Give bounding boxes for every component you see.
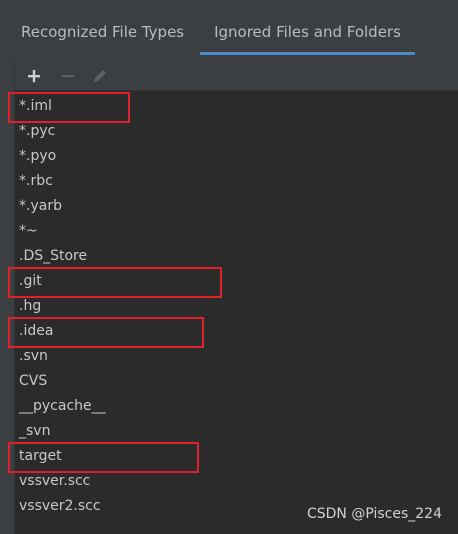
list-item[interactable]: .DS_Store [19, 245, 87, 267]
list-item[interactable]: __pycache__ [19, 395, 106, 417]
list-item[interactable]: *.rbc [19, 170, 53, 192]
watermark: CSDN @Pisces_224 [306, 506, 442, 522]
list-item[interactable]: *.iml [19, 95, 52, 117]
list-item[interactable]: vssver.scc [19, 470, 90, 492]
pencil-icon [94, 70, 106, 82]
tab-bar: Recognized File Types Ignored Files and … [0, 0, 458, 56]
list-item[interactable]: *.yarb [19, 195, 62, 217]
add-button[interactable] [23, 65, 45, 87]
remove-button[interactable] [57, 65, 79, 87]
list-item[interactable]: *~ [19, 220, 38, 242]
tab-ignored-files-and-folders[interactable]: Ignored Files and Folders [200, 16, 415, 56]
edit-button[interactable] [89, 65, 111, 87]
ignored-files-panel: *.iml *.pyc *.pyo *.rbc *.yarb *~ .DS_Store .gi… [8, 62, 458, 534]
list-item[interactable]: .git [19, 270, 42, 292]
list-item[interactable]: .hg [19, 295, 41, 317]
list-toolbar [15, 62, 458, 91]
tab-recognized-file-types[interactable]: Recognized File Types [21, 16, 184, 56]
active-tab-indicator [200, 52, 415, 55]
list-item[interactable]: vssver2.scc [19, 495, 101, 517]
list-item[interactable]: target [19, 445, 62, 467]
plus-icon [28, 70, 40, 83]
list-item[interactable]: .idea [19, 320, 53, 342]
list-item[interactable]: CVS [19, 370, 47, 392]
list-item[interactable]: *.pyc [19, 120, 55, 142]
list-item[interactable]: .svn [19, 345, 48, 367]
list-item[interactable]: *.pyo [19, 145, 56, 167]
list-item[interactable]: _svn [19, 420, 50, 442]
minus-icon [62, 75, 74, 78]
